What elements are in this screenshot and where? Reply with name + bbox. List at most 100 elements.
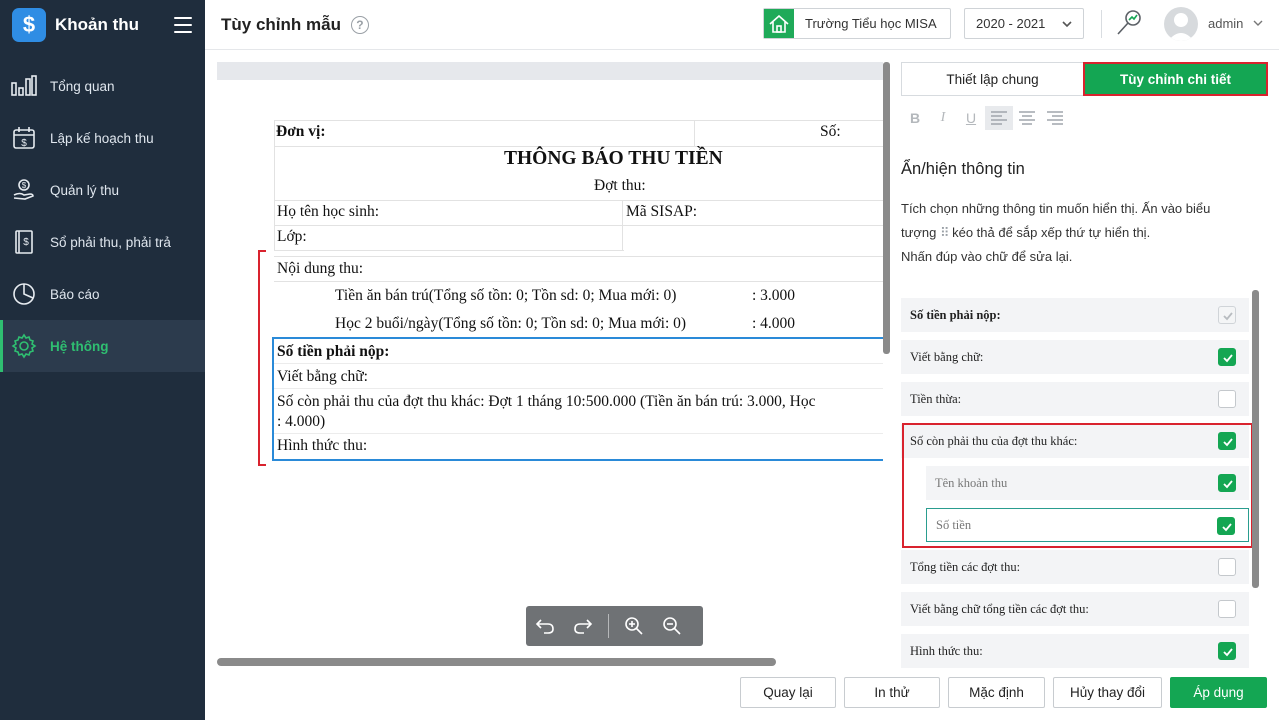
svg-text:$: $ xyxy=(21,138,27,149)
doc-don-vi[interactable]: Đơn vị: xyxy=(276,123,326,141)
drag-handle-icon: ⠿ xyxy=(939,225,949,240)
top-header: Tùy chỉnh mẫu ? Trường Tiểu học MISA 202… xyxy=(205,0,1279,50)
checkbox-checked[interactable] xyxy=(1218,642,1236,660)
sidebar-item-label: Hệ thống xyxy=(50,338,109,354)
option-label: Tổng tiền các đợt thu: xyxy=(910,559,1021,574)
help-icon[interactable]: ? xyxy=(350,15,369,34)
school-name: Trường Tiểu học MISA xyxy=(805,16,937,31)
panel-tabs: Thiết lập chung Tùy chỉnh chi tiết xyxy=(901,62,1268,96)
option-so-tien-phai-nop[interactable]: Số tiền phải nộp: xyxy=(901,298,1249,332)
school-year-select[interactable]: 2020 - 2021 xyxy=(964,8,1084,39)
align-right-icon[interactable] xyxy=(1041,106,1069,130)
sidebar-item-label: Sổ phải thu, phải trả xyxy=(50,234,171,250)
apply-button[interactable]: Áp dụng xyxy=(1170,677,1267,708)
highlight-outline xyxy=(902,423,1253,548)
align-center-icon[interactable] xyxy=(1013,106,1041,130)
doc-line2-detail: (Tổng số tồn: 0; Tồn sd: 0; Mua mới: 0) xyxy=(438,315,687,332)
svg-text:$: $ xyxy=(22,181,27,190)
sidebar-item-quan-ly-thu[interactable]: $ Quản lý thu xyxy=(0,164,205,216)
checkbox-unchecked[interactable] xyxy=(1218,558,1236,576)
preview-vertical-scrollbar[interactable] xyxy=(883,62,890,354)
desc-line-2b: kéo thả để sắp xếp thứ tự hiển thị. xyxy=(952,225,1151,240)
sidebar: $ Khoản thu Tổng quan $ Lập kế hoạch thu… xyxy=(0,0,205,720)
italic-button[interactable]: I xyxy=(929,106,957,130)
desc-line-1: Tích chọn những thông tin muốn hiển thị.… xyxy=(901,201,1211,216)
doc-ho-ten[interactable]: Họ tên học sinh: xyxy=(277,203,379,221)
doc-dot-thu[interactable]: Đợt thu: xyxy=(594,177,646,195)
option-viet-bang-chu[interactable]: Viết bằng chữ: xyxy=(901,340,1249,374)
search-magnifier-icon[interactable] xyxy=(1114,8,1144,41)
cancel-changes-button[interactable]: Hủy thay đổi xyxy=(1053,677,1162,708)
selection-marker xyxy=(258,250,260,466)
sidebar-item-he-thong[interactable]: Hệ thống xyxy=(0,320,205,372)
ledger-book-icon: $ xyxy=(10,228,38,256)
panel-vertical-scrollbar[interactable] xyxy=(1252,290,1259,588)
doc-line1-name: Tiền ăn bán trú xyxy=(335,287,429,304)
avatar[interactable] xyxy=(1164,7,1198,41)
selected-block-outline xyxy=(272,337,883,461)
checkbox-unchecked[interactable] xyxy=(1218,390,1236,408)
toolbar-divider xyxy=(608,614,609,638)
option-viet-bang-chu-tong-tien[interactable]: Viết bằng chữ tổng tiền các đợt thu: xyxy=(901,592,1249,626)
sidebar-item-label: Quản lý thu xyxy=(50,182,120,198)
checkbox-checked[interactable] xyxy=(1218,348,1236,366)
redo-icon[interactable] xyxy=(564,606,602,646)
preview-horizontal-scrollbar[interactable] xyxy=(217,658,776,666)
sidebar-item-bao-cao[interactable]: Báo cáo xyxy=(0,268,205,320)
school-selector[interactable]: Trường Tiểu học MISA xyxy=(763,8,951,39)
preview-toolbar xyxy=(526,606,703,646)
selection-marker-bottom xyxy=(258,464,266,466)
option-label: Viết bằng chữ: xyxy=(910,349,984,364)
doc-so[interactable]: Số: xyxy=(820,123,841,141)
bold-button[interactable]: B xyxy=(901,106,929,130)
sidebar-item-so-phai-thu[interactable]: $ Sổ phải thu, phải trả xyxy=(0,216,205,268)
zoom-in-icon[interactable] xyxy=(615,606,653,646)
doc-line2-amount: : 4.000 xyxy=(752,315,796,332)
school-year-value: 2020 - 2021 xyxy=(976,16,1046,31)
tab-detail-customize[interactable]: Tùy chỉnh chi tiết xyxy=(1083,62,1268,96)
align-left-icon[interactable] xyxy=(985,106,1013,130)
school-home-icon xyxy=(764,9,794,38)
hamburger-menu-icon[interactable] xyxy=(174,17,192,33)
underline-button[interactable]: U xyxy=(957,106,985,130)
selection-marker-top xyxy=(258,250,266,252)
doc-heading[interactable]: THÔNG BÁO THU TIỀN xyxy=(504,148,723,170)
default-button[interactable]: Mặc định xyxy=(948,677,1045,708)
desc-line-3: Nhấn đúp vào chữ để sửa lại. xyxy=(901,249,1073,264)
brand: $ Khoản thu xyxy=(0,0,205,50)
chart-bars-icon xyxy=(10,72,38,100)
option-hinh-thuc-thu[interactable]: Hình thức thu: xyxy=(901,634,1249,668)
chevron-down-icon[interactable] xyxy=(1252,17,1264,32)
checkbox-unchecked[interactable] xyxy=(1218,600,1236,618)
back-button[interactable]: Quay lại xyxy=(740,677,836,708)
option-label: Viết bằng chữ tổng tiền các đợt thu: xyxy=(910,601,1089,616)
preview-ruler xyxy=(217,62,883,80)
doc-line1-amount: : 3.000 xyxy=(752,287,796,304)
doc-lop[interactable]: Lớp: xyxy=(277,228,307,246)
doc-ma-sisap[interactable]: Mã SISAP: xyxy=(626,203,697,221)
sidebar-item-label: Lập kế hoạch thu xyxy=(50,130,154,146)
tab-general-settings[interactable]: Thiết lập chung xyxy=(901,62,1084,96)
svg-text:$: $ xyxy=(23,237,29,248)
option-label: Số tiền phải nộp: xyxy=(910,307,1001,322)
sidebar-item-tong-quan[interactable]: Tổng quan xyxy=(0,60,205,112)
option-tien-thua[interactable]: Tiền thừa: xyxy=(901,382,1249,416)
page-title: Tùy chỉnh mẫu xyxy=(221,14,341,34)
undo-icon[interactable] xyxy=(526,606,564,646)
sidebar-nav: Tổng quan $ Lập kế hoạch thu $ Quản lý t… xyxy=(0,60,205,372)
settings-panel: Thiết lập chung Tùy chỉnh chi tiết B I U… xyxy=(901,62,1268,668)
doc-line1-detail: (Tổng số tồn: 0; Tồn sd: 0; Mua mới: 0) xyxy=(428,287,677,304)
doc-line2[interactable]: Học 2 buổi/ngày(Tổng số tồn: 0; Tồn sd: … xyxy=(335,315,686,333)
desc-line-2: tượng ⠿ kéo thả để sắp xếp thứ tự hiển t… xyxy=(901,221,1246,245)
doc-line1[interactable]: Tiền ăn bán trú(Tổng số tồn: 0; Tồn sd: … xyxy=(335,287,676,305)
user-name[interactable]: admin xyxy=(1208,16,1243,31)
calendar-dollar-icon: $ xyxy=(10,124,38,152)
sidebar-item-lap-ke-hoach-thu[interactable]: $ Lập kế hoạch thu xyxy=(0,112,205,164)
section-title: Ẩn/hiện thông tin xyxy=(901,160,1025,178)
print-test-button[interactable]: In thử xyxy=(844,677,940,708)
hand-coin-icon: $ xyxy=(10,176,38,204)
doc-noi-dung[interactable]: Nội dung thu: xyxy=(277,260,363,278)
zoom-out-icon[interactable] xyxy=(653,606,691,646)
dollar-logo-icon: $ xyxy=(12,8,46,42)
option-tong-tien-cac-dot-thu[interactable]: Tổng tiền các đợt thu: xyxy=(901,550,1249,584)
